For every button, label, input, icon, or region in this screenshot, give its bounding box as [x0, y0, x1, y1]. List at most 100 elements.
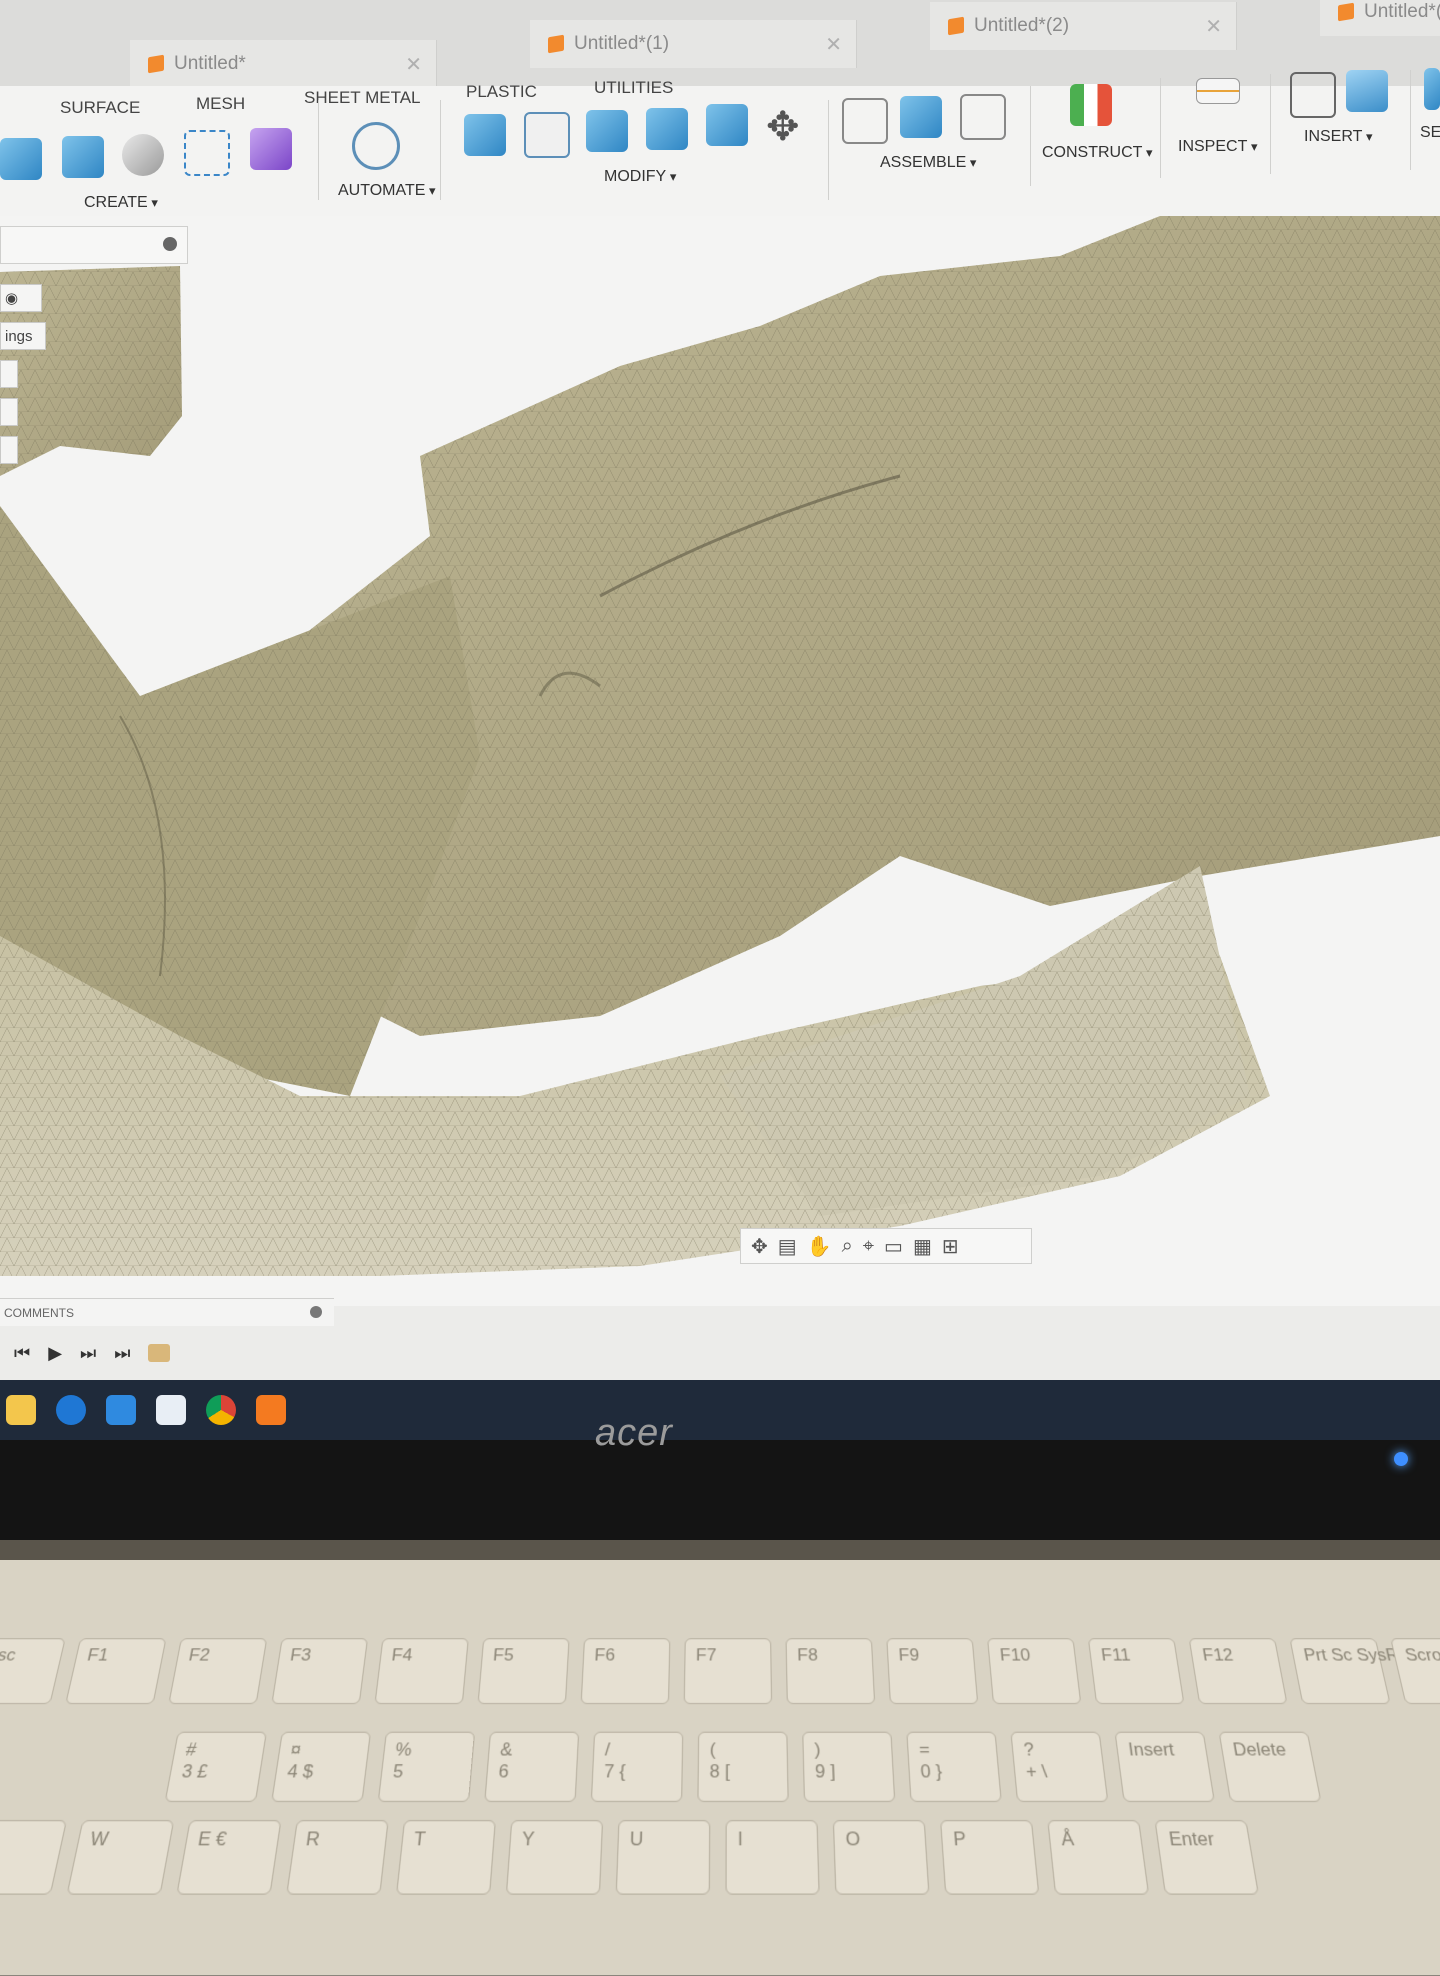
zoom-icon[interactable]: ⌕: [842, 1235, 853, 1258]
offset-face-icon[interactable]: [706, 104, 748, 146]
fusion-360-icon[interactable]: [256, 1395, 286, 1425]
tab-untitled[interactable]: Untitled* ✕: [130, 40, 437, 88]
tab-untitled-3[interactable]: Untitled*(: [1320, 0, 1440, 36]
keyboard-key[interactable]: I: [725, 1820, 820, 1895]
keyboard-key[interactable]: F8: [785, 1638, 876, 1705]
keyboard-key[interactable]: F6: [580, 1638, 671, 1705]
keyboard-key[interactable]: Esc: [0, 1638, 66, 1705]
keyboard-key[interactable]: F7: [683, 1638, 773, 1705]
assemble-menu[interactable]: ASSEMBLE: [880, 154, 976, 172]
construct-plane-icon[interactable]: [1070, 84, 1112, 126]
keyboard-key[interactable]: Delete: [1218, 1731, 1322, 1802]
viewports-icon[interactable]: ⊞: [942, 1234, 959, 1259]
browser-node[interactable]: [0, 360, 18, 388]
keyboard-key[interactable]: F1: [65, 1638, 167, 1705]
inspect-menu[interactable]: INSPECT: [1178, 138, 1257, 156]
comments-panel[interactable]: COMMENTS: [0, 1298, 334, 1327]
keyboard-key[interactable]: Å: [1047, 1820, 1150, 1895]
insert-menu[interactable]: INSERT: [1304, 128, 1373, 146]
end-button[interactable]: ⏭: [114, 1343, 130, 1364]
extrude-icon[interactable]: [0, 138, 42, 180]
keyboard-key[interactable]: F12: [1188, 1638, 1288, 1705]
play-button[interactable]: ▶: [48, 1343, 62, 1364]
browser-panel[interactable]: [0, 226, 188, 264]
ribbon-tab-plastic[interactable]: PLASTIC: [466, 82, 537, 102]
shell-icon[interactable]: [122, 134, 164, 176]
fillet-icon[interactable]: [524, 112, 570, 158]
step-forward-button[interactable]: ⏭: [80, 1343, 96, 1364]
insert-canvas-icon[interactable]: [1346, 70, 1388, 112]
keyboard-key[interactable]: O: [832, 1820, 930, 1895]
keyboard-key[interactable]: ¤ 4 $: [271, 1731, 372, 1802]
browser-settings-node[interactable]: ings: [0, 322, 46, 350]
keyboard-key[interactable]: Prt Sc SysRq: [1289, 1638, 1411, 1705]
keyboard-key[interactable]: Enter: [1154, 1820, 1260, 1895]
browser-node[interactable]: [0, 436, 18, 464]
keyboard-key[interactable]: F5: [477, 1638, 570, 1705]
keyboard-key[interactable]: ( 8 [: [697, 1731, 789, 1802]
construct-menu[interactable]: CONSTRUCT: [1042, 144, 1153, 162]
revolve-icon[interactable]: [62, 136, 104, 178]
keyboard-key[interactable]: E €: [176, 1820, 282, 1895]
fit-icon[interactable]: ⌖: [863, 1235, 874, 1258]
keyboard-key[interactable]: F2: [168, 1638, 268, 1705]
keyboard-key[interactable]: F10: [987, 1638, 1082, 1705]
close-icon[interactable]: ✕: [825, 32, 842, 57]
sketch-icon[interactable]: [184, 130, 230, 176]
pan-icon[interactable]: ✋: [807, 1234, 832, 1259]
keyboard-key[interactable]: ) 9 ]: [802, 1731, 896, 1802]
keyboard-key[interactable]: F3: [271, 1638, 369, 1705]
target-icon[interactable]: ◉: [0, 284, 42, 312]
keyboard-key[interactable]: F11: [1087, 1638, 1185, 1705]
grid-icon[interactable]: ▦: [913, 1234, 932, 1259]
new-component-icon[interactable]: [842, 98, 888, 144]
ribbon-tab-sheet-metal[interactable]: SHEET METAL: [304, 88, 421, 108]
close-icon[interactable]: ✕: [405, 52, 422, 77]
tab-untitled-1[interactable]: Untitled*(1) ✕: [530, 20, 857, 68]
keyboard-key[interactable]: # 3 £: [164, 1731, 267, 1802]
ribbon-tab-utilities[interactable]: UTILITIES: [594, 78, 673, 98]
chamfer-icon[interactable]: [586, 110, 628, 152]
security-shield-icon[interactable]: [156, 1395, 186, 1425]
mail-icon[interactable]: [106, 1395, 136, 1425]
ribbon-tab-mesh[interactable]: MESH: [196, 94, 245, 114]
insert-derive-icon[interactable]: [1290, 72, 1336, 118]
select-icon[interactable]: [1424, 68, 1440, 110]
automate-icon[interactable]: [352, 122, 400, 170]
keyboard-key[interactable]: Y: [505, 1820, 604, 1895]
tab-untitled-2[interactable]: Untitled*(2) ✕: [930, 2, 1237, 50]
form-icon[interactable]: [250, 128, 292, 170]
keyboard-key[interactable]: & 6: [484, 1731, 580, 1802]
combine-icon[interactable]: [646, 108, 688, 150]
teamviewer-icon[interactable]: [56, 1395, 86, 1425]
ribbon-tab-surface[interactable]: SURFACE: [60, 98, 140, 118]
keyboard-key[interactable]: Q: [0, 1820, 68, 1895]
keyboard-key[interactable]: W: [66, 1820, 175, 1895]
move-icon[interactable]: ✥: [766, 104, 800, 150]
3d-viewport[interactable]: [0, 216, 1440, 1306]
chrome-icon[interactable]: [206, 1395, 236, 1425]
keyboard-key[interactable]: Scroll Lock: [1390, 1638, 1440, 1705]
as-built-joint-icon[interactable]: [960, 94, 1006, 140]
measure-icon[interactable]: [1196, 78, 1240, 104]
automate-menu[interactable]: AUTOMATE: [338, 182, 436, 200]
rewind-button[interactable]: ⏮: [14, 1343, 30, 1364]
keyboard-key[interactable]: U: [615, 1820, 711, 1895]
keyboard-key[interactable]: = 0 }: [906, 1731, 1002, 1802]
keyboard-key[interactable]: F4: [374, 1638, 469, 1705]
keyboard-key[interactable]: ? + \: [1010, 1731, 1109, 1802]
file-explorer-icon[interactable]: [6, 1395, 36, 1425]
add-comment-icon[interactable]: [310, 1306, 322, 1318]
collapse-panel-icon[interactable]: [163, 237, 177, 251]
keyboard-key[interactable]: Insert: [1114, 1731, 1215, 1802]
orbit-icon[interactable]: ✥: [751, 1234, 768, 1259]
modify-menu[interactable]: MODIFY: [604, 168, 676, 186]
joint-icon[interactable]: [900, 96, 942, 138]
press-pull-icon[interactable]: [464, 114, 506, 156]
timeline-feature-icon[interactable]: [148, 1344, 171, 1362]
close-icon[interactable]: ✕: [1205, 14, 1222, 39]
create-menu[interactable]: CREATE: [84, 194, 158, 212]
keyboard-key[interactable]: % 5: [377, 1731, 476, 1802]
select-menu[interactable]: SE: [1420, 124, 1440, 142]
look-at-icon[interactable]: ▤: [778, 1234, 797, 1259]
